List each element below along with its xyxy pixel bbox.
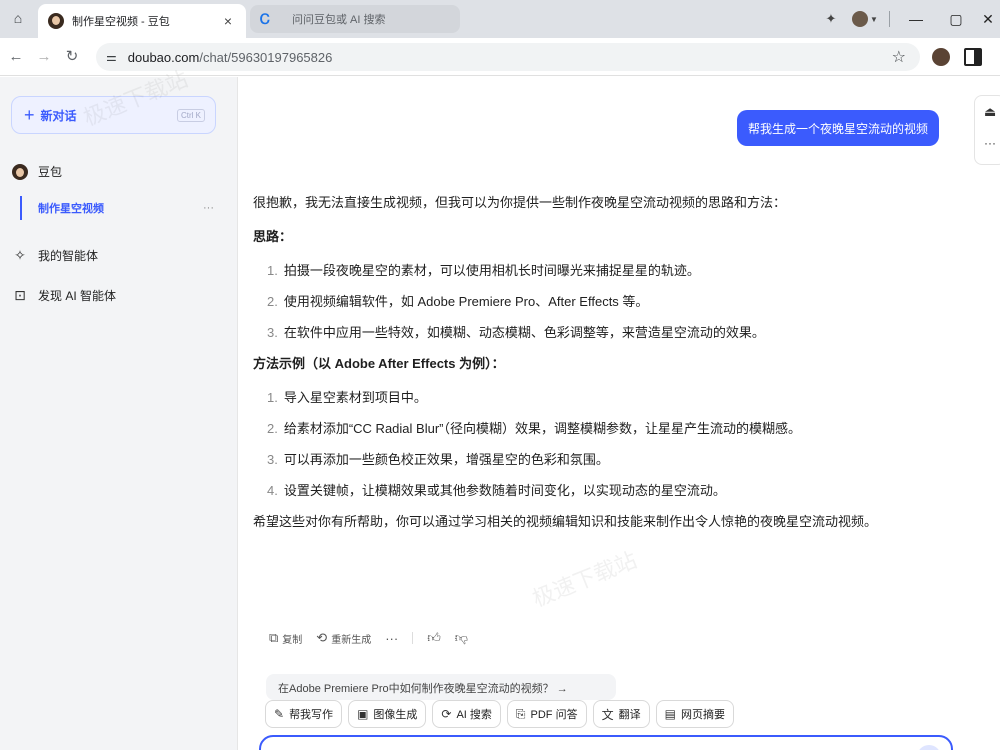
sparkle-icon: ✧ bbox=[14, 247, 26, 263]
extension-avatar-icon[interactable] bbox=[932, 48, 950, 66]
sidebar-item-my-agents[interactable]: ✧ 我的智能体 bbox=[12, 247, 98, 264]
tool-writing-button[interactable]: ✎ 帮我写作 bbox=[265, 700, 343, 728]
image-icon: ▣ bbox=[357, 707, 369, 721]
discover-box-icon: ⊡ bbox=[14, 287, 26, 303]
tool-image-button[interactable]: ▣ 图像生成 bbox=[348, 700, 427, 728]
pin-icon[interactable]: ✦ bbox=[815, 11, 847, 27]
list-item: 1. 拍摄一段夜晚星空的素材，可以使用相机长时间曝光来捕捉星星的轨迹。 bbox=[267, 263, 700, 278]
url-host: doubao.com bbox=[127, 49, 200, 65]
pdf-icon: ⎘ bbox=[515, 706, 526, 721]
message-actions: ⧉ 复制 ⟲ 重新生成 ··· 👍︎ 👎︎ bbox=[269, 630, 468, 646]
window-controls: ✦ ▼ — ▢ ✕ bbox=[815, 0, 1000, 38]
user-message-bubble: 帮我生成一个夜晚星空流动的视频 bbox=[736, 110, 939, 146]
webpage-icon: ▤ bbox=[664, 707, 676, 721]
reload-icon[interactable]: ↻ bbox=[62, 47, 82, 67]
list-item: 2. 给素材添加“CC Radial Blur”（径向模糊）效果，调整模糊参数，让… bbox=[267, 421, 801, 436]
doubao-favicon-icon bbox=[48, 13, 64, 29]
suggested-question[interactable]: 在Adobe Premiere Pro中如何制作夜晚星空流动的视频？ → bbox=[266, 674, 616, 700]
list-item: 2. 使用视频编辑软件，如 Adobe Premiere Pro、After Ef… bbox=[267, 294, 649, 309]
new-chat-label: 新对话 bbox=[40, 108, 77, 123]
shortcut-badge: Ctrl K bbox=[177, 109, 205, 122]
sidebar-item-discover[interactable]: ⊡ 发现 AI 智能体 bbox=[12, 287, 116, 304]
active-indicator bbox=[20, 196, 22, 220]
sidebar-item-doubao[interactable]: 豆包 bbox=[12, 163, 62, 180]
maximize-button[interactable]: ▢ bbox=[936, 11, 976, 28]
url-input[interactable]: ⚌ doubao.com/chat/59630197965826 ☆ bbox=[96, 43, 920, 71]
address-bar-row: ← → ↻ ⚌ doubao.com/chat/59630197965826 ☆ bbox=[0, 38, 1000, 76]
pen-icon: ✎ bbox=[274, 707, 285, 721]
divider bbox=[889, 11, 890, 27]
plus-icon: + bbox=[24, 105, 35, 125]
tab-title: 制作星空视频 - 豆包 bbox=[72, 16, 170, 28]
profile-button[interactable]: ▼ bbox=[847, 8, 883, 30]
more-options-icon[interactable]: ··· bbox=[203, 202, 214, 214]
divider bbox=[412, 632, 414, 644]
sidebar-item-label: 豆包 bbox=[38, 165, 63, 179]
tool-pdf-button[interactable]: ⎘ PDF 问答 bbox=[506, 700, 587, 728]
steps-list: 1. 导入星空素材到项目中。 2. 给素材添加“CC Radial Blur”（径向… bbox=[253, 388, 923, 501]
chevron-down-icon: ▼ bbox=[870, 14, 878, 24]
side-panel-icon[interactable] bbox=[964, 48, 982, 66]
floating-toolbar: ⏏ ··· bbox=[974, 95, 1000, 165]
sidebar: + 新对话 Ctrl K 豆包 制作星空视频 ··· ✧ 我的智能体 ⊡ 发现 … bbox=[0, 66, 238, 750]
conversation-title: 制作星空视频 bbox=[38, 203, 104, 215]
more-icon[interactable]: ··· bbox=[984, 136, 996, 150]
list-item: 3. 可以再添加一些颜色校正效果，增强星空的色彩和氛围。 bbox=[267, 452, 609, 467]
answer-intro: 很抱歉，我无法直接生成视频，但我可以为你提供一些制作夜晚星空流动视频的思路和方法… bbox=[253, 195, 787, 210]
more-icon[interactable]: ··· bbox=[385, 631, 398, 646]
send-button[interactable] bbox=[917, 745, 941, 750]
tool-translate-button[interactable]: 文翻译 bbox=[592, 700, 650, 728]
tool-summary-button[interactable]: ▤ 网页摘要 bbox=[655, 700, 734, 728]
tool-ai-search-button[interactable]: ⟳ AI 搜索 bbox=[432, 700, 501, 728]
thumbs-down-icon[interactable]: 👎︎ bbox=[455, 630, 468, 646]
list-item: 3. 在软件中应用一些特效，如模糊、动态模糊、色彩调整等，来营造星空流动的效果。 bbox=[267, 325, 765, 340]
answer-heading-method: 方法示例（以 Adobe After Effects 为例）： bbox=[253, 356, 505, 371]
conversation-item-active[interactable]: 制作星空视频 ··· bbox=[20, 196, 218, 220]
refresh-icon: ⟲ bbox=[316, 630, 328, 645]
tab-search-title: 问问豆包或 AI 搜索 bbox=[291, 14, 386, 26]
chat-main: 帮我生成一个夜晚星空流动的视频 ⏏ ··· 很抱歉，我无法直接生成视频，但我可以… bbox=[239, 77, 1000, 750]
ai-search-icon: Ꮯ bbox=[260, 10, 270, 27]
regenerate-button[interactable]: ⟲ 重新生成 bbox=[316, 630, 371, 646]
forward-icon[interactable]: → bbox=[34, 47, 54, 67]
window-close-button[interactable]: ✕ bbox=[976, 11, 1000, 28]
answer-closing: 希望这些对你有所帮助，你可以通过学习相关的视频编辑知识和技能来制作出令人惊艳的夜… bbox=[253, 514, 878, 529]
site-settings-icon[interactable]: ⚌ bbox=[106, 50, 117, 64]
url-path: /chat/59630197965826 bbox=[199, 49, 333, 65]
home-icon[interactable]: ⌂ bbox=[8, 8, 28, 28]
watermark: 极速下载站 bbox=[528, 547, 641, 612]
message-input[interactable] bbox=[259, 735, 953, 750]
doubao-avatar-icon bbox=[12, 163, 28, 180]
tab-close-icon[interactable]: × bbox=[220, 13, 236, 29]
sidebar-item-label: 我的智能体 bbox=[38, 249, 99, 263]
browser-tab-bar: ⌂ 制作星空视频 - 豆包 × Ꮯ 问问豆包或 AI 搜索 ✦ ▼ — ▢ ✕ bbox=[0, 0, 1000, 38]
new-chat-button[interactable]: + 新对话 Ctrl K bbox=[11, 96, 216, 134]
back-icon[interactable]: ← bbox=[6, 47, 26, 67]
copy-button[interactable]: ⧉ 复制 bbox=[269, 630, 302, 646]
list-item: 4. 设置关键帧，让模糊效果或其他参数随着时间变化，以实现动态的星空流动。 bbox=[267, 483, 726, 498]
translate-icon: 文 bbox=[601, 707, 614, 722]
answer-heading-ideas: 思路： bbox=[253, 229, 293, 244]
skill-toolbar: ✎ 帮我写作 ▣ 图像生成 ⟳ AI 搜索 ⎘ PDF 问答 文翻译 ▤ 网页摘要 bbox=[265, 700, 734, 728]
share-icon[interactable]: ⏏ bbox=[984, 104, 996, 120]
tab-active[interactable]: 制作星空视频 - 豆包 × bbox=[38, 4, 246, 38]
tab-search[interactable]: Ꮯ 问问豆包或 AI 搜索 bbox=[250, 5, 460, 33]
url-text: doubao.com/chat/59630197965826 bbox=[128, 50, 333, 65]
ideas-list: 1. 拍摄一段夜晚星空的素材，可以使用相机长时间曝光来捕捉星星的轨迹。 2. 使用视… bbox=[253, 261, 923, 343]
minimize-button[interactable]: — bbox=[896, 11, 936, 27]
bookmark-star-icon[interactable]: ☆ bbox=[892, 47, 906, 67]
list-item: 1. 导入星空素材到项目中。 bbox=[267, 390, 427, 405]
ai-search-icon: ⟳ bbox=[441, 707, 452, 721]
profile-avatar bbox=[852, 11, 869, 27]
copy-icon: ⧉ bbox=[269, 630, 279, 645]
assistant-answer: 很抱歉，我无法直接生成视频，但我可以为你提供一些制作夜晚星空流动视频的思路和方法… bbox=[253, 193, 923, 532]
thumbs-up-icon[interactable]: 👍︎ bbox=[427, 630, 441, 646]
sidebar-item-label: 发现 AI 智能体 bbox=[38, 289, 117, 303]
